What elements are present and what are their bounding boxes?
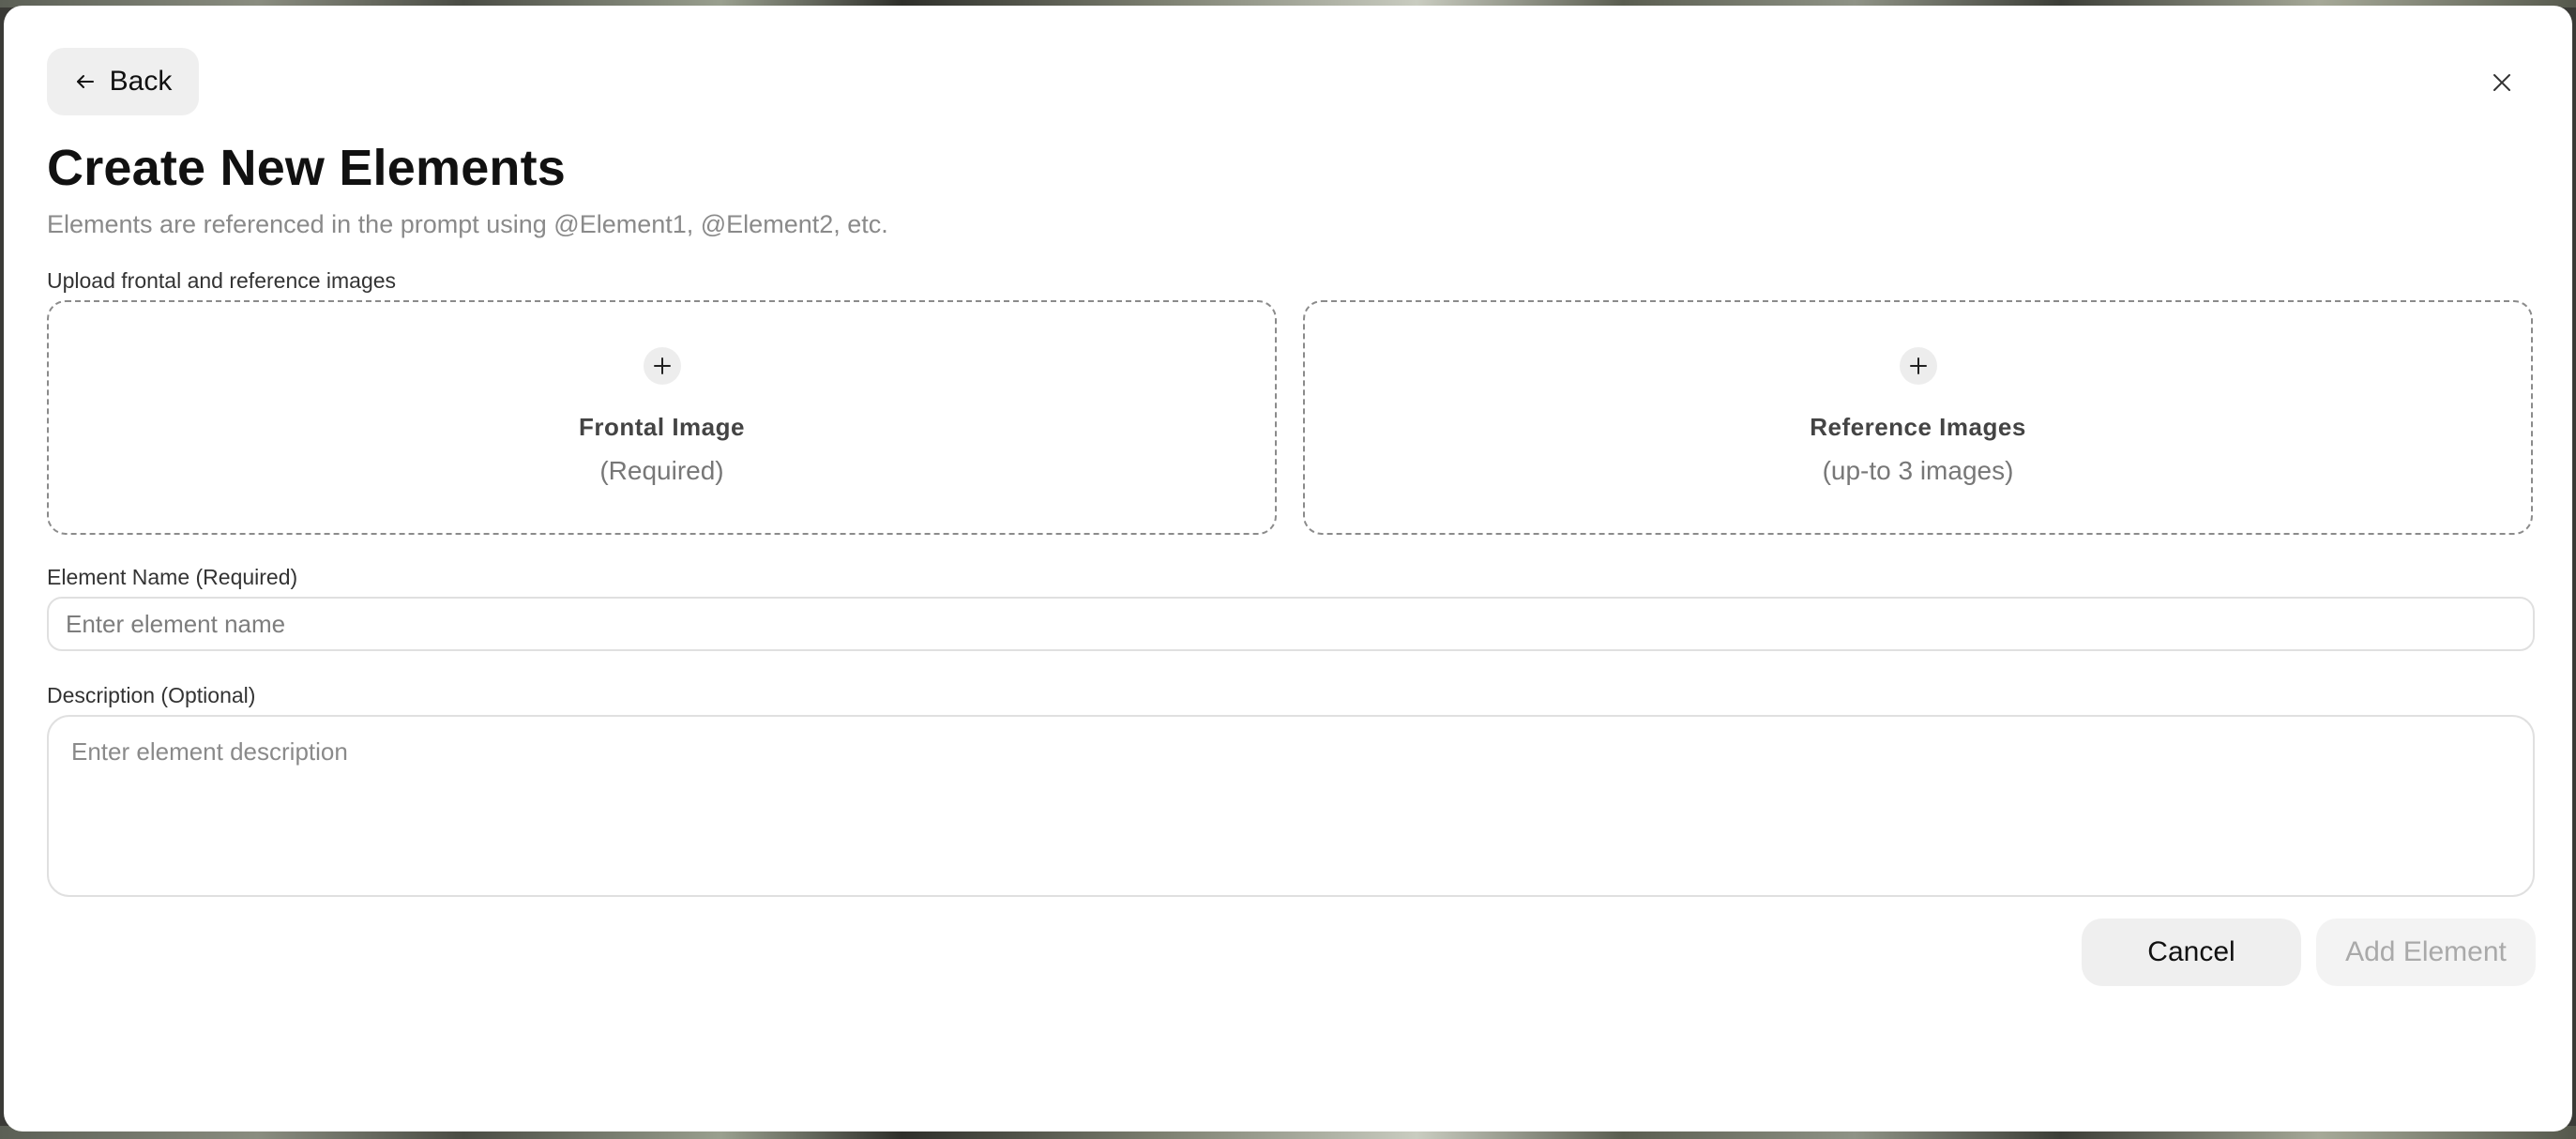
plus-icon <box>1909 357 1927 374</box>
back-button[interactable]: Back <box>47 48 199 115</box>
back-button-label: Back <box>109 66 173 97</box>
cancel-button[interactable]: Cancel <box>2082 919 2301 986</box>
reference-images-title: Reference Images <box>1810 413 2026 441</box>
reference-images-subtitle: (up-to 3 images) <box>1822 456 2014 485</box>
close-icon <box>2493 73 2510 91</box>
plus-icon <box>653 357 671 374</box>
dialog-subtitle: Elements are referenced in the prompt us… <box>47 210 888 238</box>
create-element-dialog: Back Create New Elements Elements are re… <box>4 6 2572 1131</box>
element-name-input[interactable] <box>47 597 2535 651</box>
description-input[interactable] <box>47 715 2535 897</box>
close-button[interactable] <box>2488 69 2516 98</box>
reference-add-button[interactable] <box>1899 347 1937 385</box>
frontal-image-title: Frontal Image <box>579 413 745 441</box>
frontal-image-dropzone[interactable]: Frontal Image (Required) <box>47 300 1277 535</box>
upload-label: Upload frontal and reference images <box>47 268 397 293</box>
arrow-left-icon <box>76 75 94 88</box>
description-label: Description (Optional) <box>47 683 256 707</box>
element-name-label: Element Name (Required) <box>47 565 298 589</box>
add-element-button[interactable]: Add Element <box>2316 919 2536 986</box>
frontal-image-subtitle: (Required) <box>599 456 724 485</box>
frontal-add-button[interactable] <box>643 347 681 385</box>
dialog-title: Create New Elements <box>47 140 567 196</box>
reference-images-dropzone[interactable]: Reference Images (up-to 3 images) <box>1303 300 2533 535</box>
